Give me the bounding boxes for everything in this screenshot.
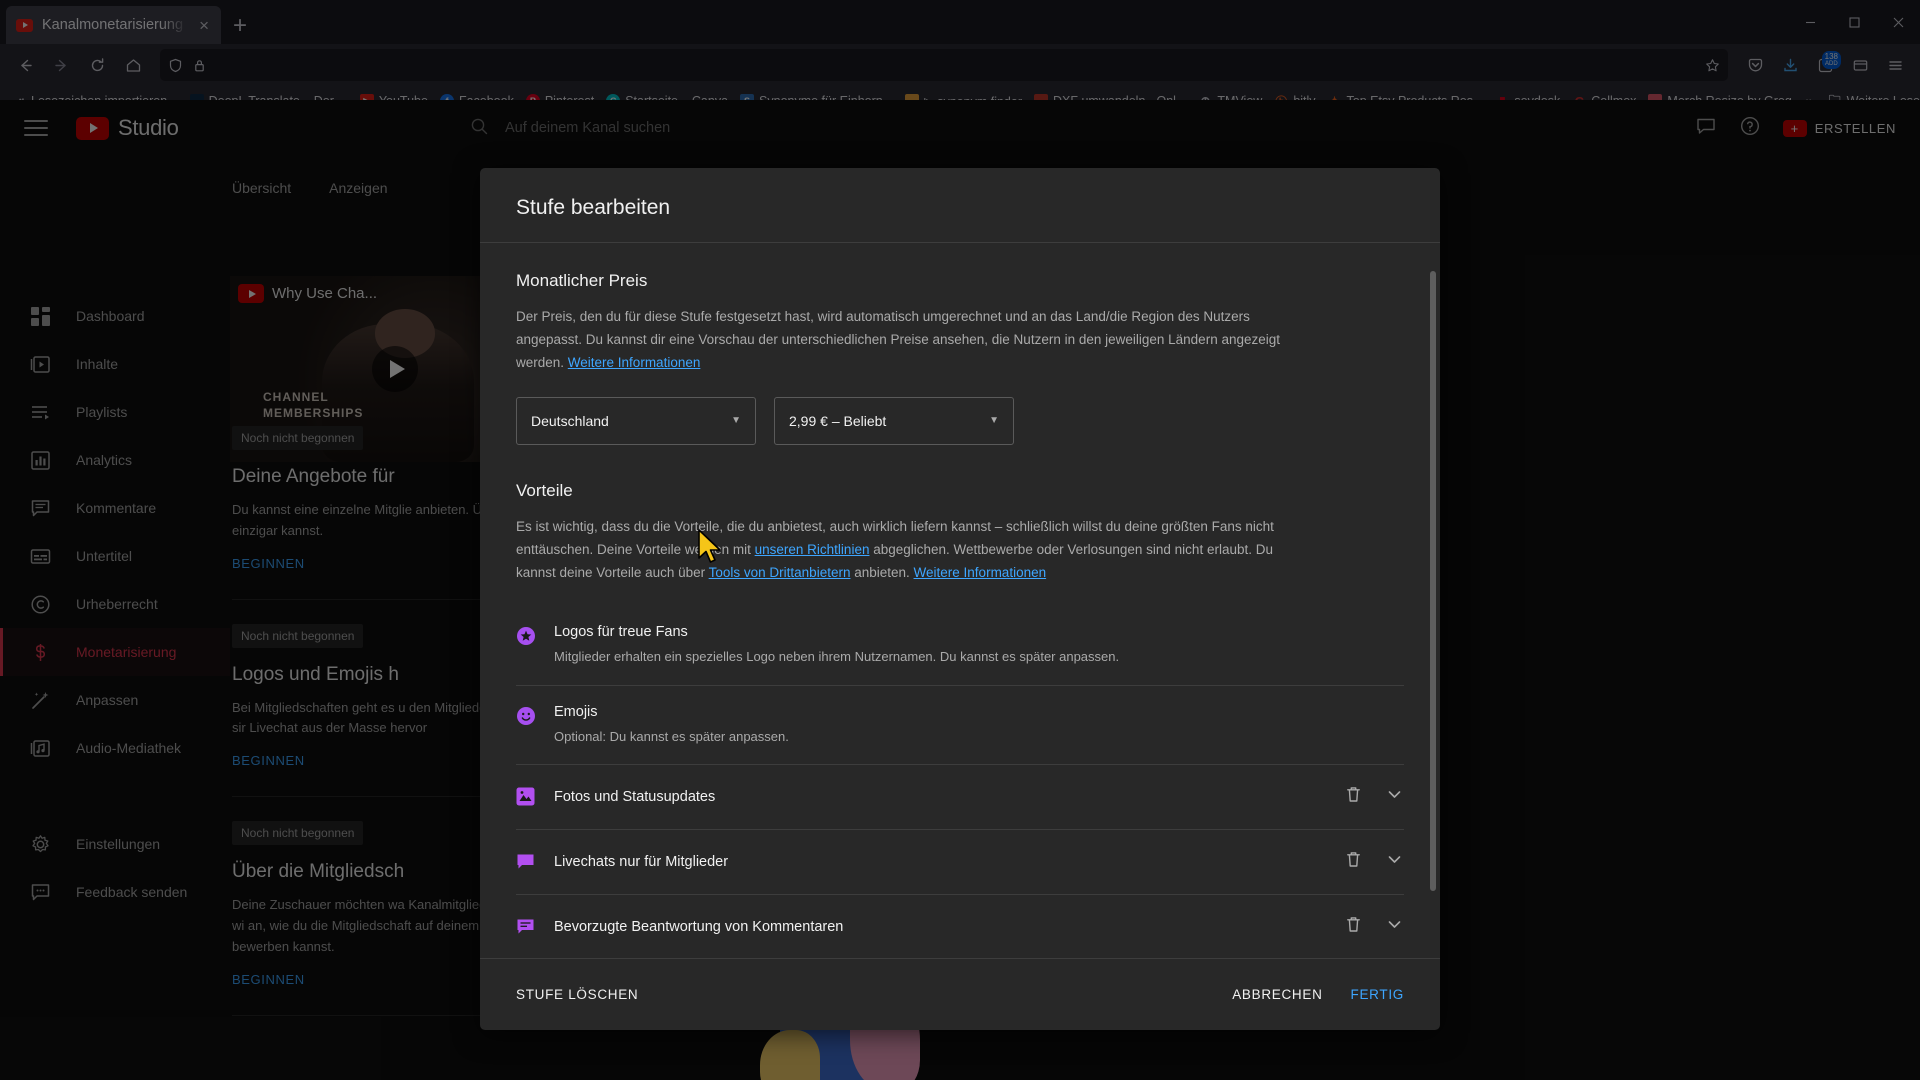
price-more-info-link[interactable]: Weitere Informationen (568, 355, 701, 370)
price-select[interactable]: 2,99 € – Beliebt ▼ (774, 396, 1014, 445)
third-party-tools-link[interactable]: Tools von Drittanbietern (709, 565, 851, 580)
dialog-footer: STUFE LÖSCHEN ABBRECHEN FERTIG (480, 958, 1440, 1030)
benefit-row: Bevorzugte Beantwortung von Kommentaren (516, 895, 1404, 958)
benefit-row: Livechats nur für Mitglieder (516, 830, 1404, 896)
benefit-text: Fotos und Statusupdates (554, 789, 1326, 805)
trash-icon[interactable] (1344, 850, 1363, 874)
benefit-text: Logos für treue Fans Mitglieder erhalten… (554, 624, 1404, 667)
benefits-body-text-3: anbieten. (850, 565, 914, 581)
smiley-icon (516, 706, 536, 726)
cancel-button[interactable]: ABBRECHEN (1232, 987, 1322, 1002)
star-badge-icon (516, 626, 536, 646)
benefit-name: Bevorzugte Beantwortung von Kommentaren (554, 919, 844, 936)
dialog-scrollbar[interactable] (1430, 271, 1436, 891)
benefits-section-heading: Vorteile (516, 480, 573, 500)
trash-icon[interactable] (1344, 785, 1363, 809)
delete-tier-button[interactable]: STUFE LÖSCHEN (516, 987, 638, 1002)
dialog-header: Stufe bearbeiten (480, 168, 1440, 243)
benefit-description: Mitglieder erhalten ein spezielles Logo … (554, 649, 1120, 665)
benefit-name: Livechats nur für Mitglieder (554, 854, 729, 871)
benefit-text: Livechats nur für Mitglieder (554, 854, 1326, 870)
chat-bubble-icon (516, 852, 536, 872)
country-select-value: Deutschland (531, 412, 609, 429)
chevron-down-icon[interactable] (1385, 785, 1404, 809)
price-selectors: Deutschland ▼ 2,99 € – Beliebt ▼ (516, 396, 1404, 445)
benefit-description: Optional: Du kannst es später anpassen. (554, 728, 789, 744)
benefits-more-info-link[interactable]: Weitere Informationen (914, 565, 1047, 580)
trash-icon[interactable] (1344, 915, 1363, 939)
benefits-section-body: Es ist wichtig, dass du die Vorteile, di… (516, 515, 1284, 585)
benefit-actions (1344, 850, 1404, 874)
price-select-value: 2,99 € – Beliebt (789, 412, 887, 429)
benefit-actions (1344, 915, 1404, 939)
benefit-row: Emojis Optional: Du kannst es später anp… (516, 686, 1404, 766)
mouse-cursor (697, 528, 725, 573)
benefit-row: Logos für treue Fans Mitglieder erhalten… (516, 606, 1404, 686)
chevron-down-icon: ▼ (731, 415, 741, 427)
benefit-name: Emojis (554, 703, 598, 720)
dialog-body: Monatlicher Preis Der Preis, den du für … (480, 243, 1440, 958)
done-button[interactable]: FERTIG (1351, 987, 1404, 1002)
edit-tier-dialog: Stufe bearbeiten Monatlicher Preis Der P… (480, 168, 1440, 1030)
benefit-text: Emojis Optional: Du kannst es später anp… (554, 704, 1404, 747)
policies-link[interactable]: unseren Richtlinien (755, 542, 870, 557)
firefox-browser-window: Kanalmonetarisierung - YouTub × + (0, 0, 1920, 1080)
chevron-down-icon[interactable] (1385, 850, 1404, 874)
dialog-title: Stufe bearbeiten (516, 196, 671, 219)
benefit-name: Logos für treue Fans (554, 624, 688, 641)
benefit-actions (1344, 785, 1404, 809)
country-select[interactable]: Deutschland ▼ (516, 396, 756, 445)
benefit-text: Bevorzugte Beantwortung von Kommentaren (554, 919, 1326, 935)
price-section-body: Der Preis, den du für diese Stufe festge… (516, 305, 1284, 375)
chevron-down-icon: ▼ (989, 415, 999, 427)
benefit-name: Fotos und Statusupdates (554, 789, 716, 806)
comment-reply-icon (516, 917, 536, 937)
photo-icon (516, 787, 536, 807)
benefit-row: Fotos und Statusupdates (516, 765, 1404, 831)
price-section-heading: Monatlicher Preis (516, 271, 648, 290)
chevron-down-icon[interactable] (1385, 915, 1404, 939)
